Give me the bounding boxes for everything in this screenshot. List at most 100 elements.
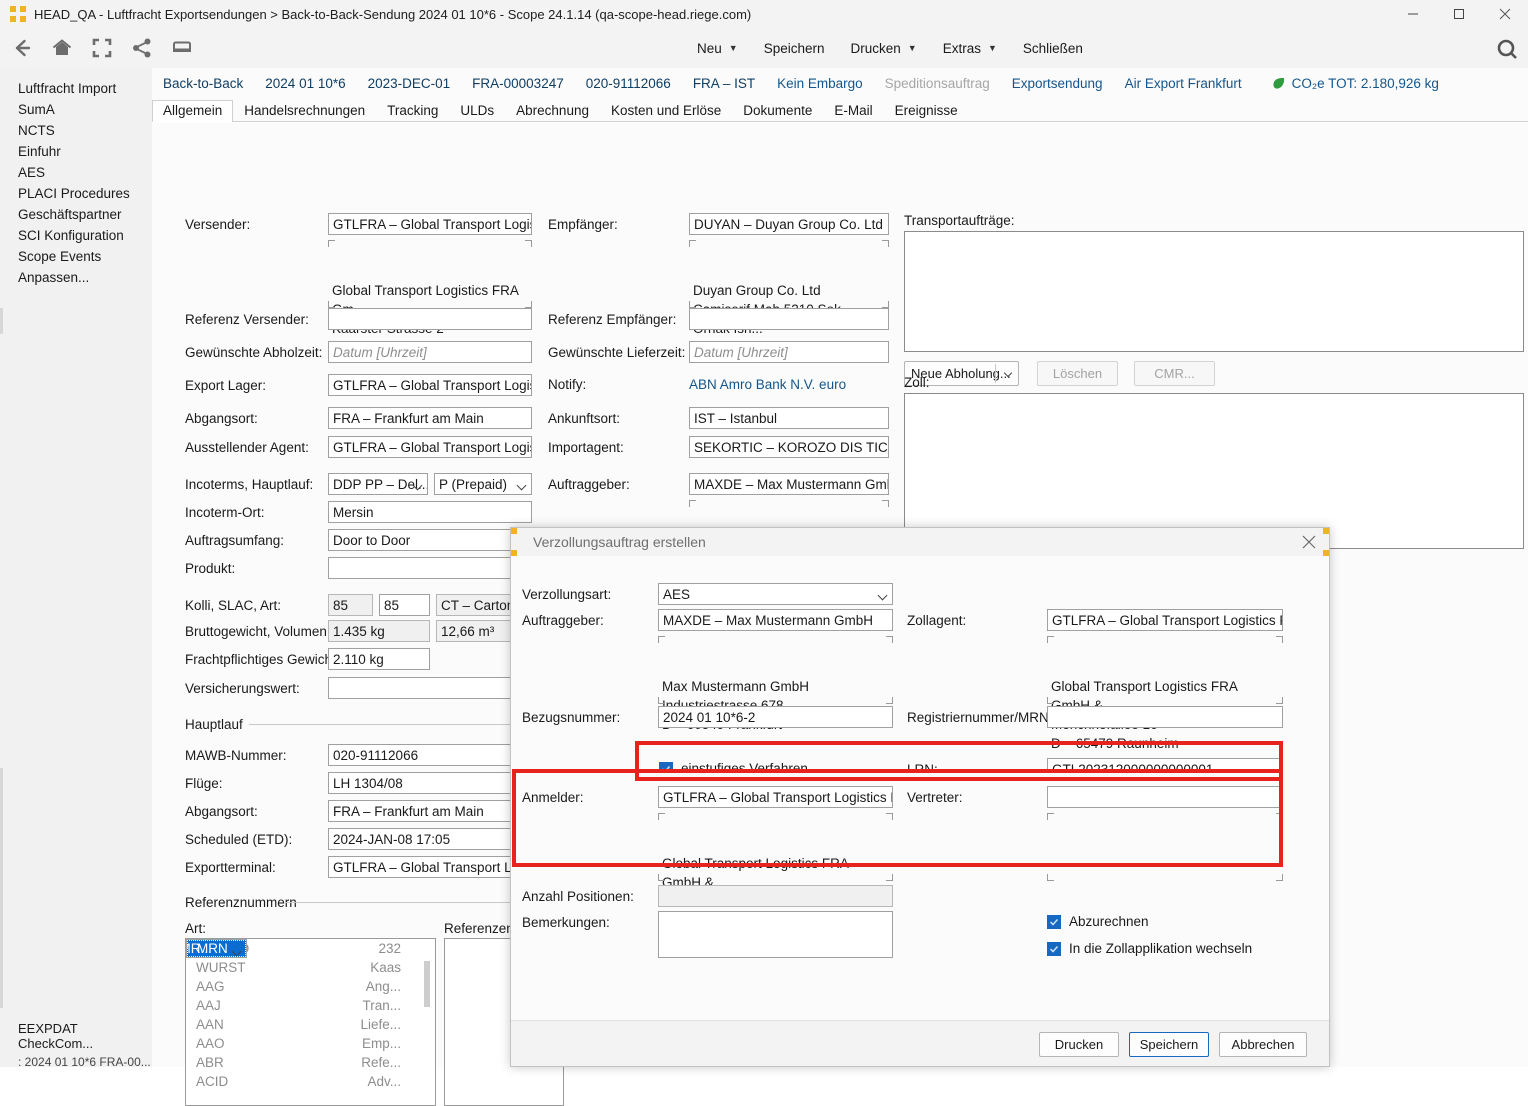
list-item[interactable]: MRN MR...	[186, 939, 247, 958]
back-icon[interactable]	[8, 34, 36, 62]
search-icon[interactable]	[1492, 34, 1522, 64]
tab-e-mail[interactable]: E-Mail	[823, 100, 883, 122]
field-ankunftsort[interactable]: IST – Istanbul	[689, 407, 889, 429]
field-hauptlauf-abgangsort[interactable]: FRA – Frankfurt am Main	[328, 800, 532, 822]
breadcrumb-item-shipment-no[interactable]: 2024 01 10*6	[254, 76, 356, 91]
menu-speichern[interactable]: Speichern	[751, 28, 838, 68]
field-slac[interactable]: 85	[379, 594, 430, 616]
breadcrumb-item-mawb[interactable]: 020-91112066	[575, 76, 682, 91]
loeschen-button[interactable]: Löschen	[1037, 361, 1118, 386]
field-empfaenger[interactable]: DUYAN – Duyan Group Co. Ltd	[689, 213, 889, 235]
field-lieferzeit[interactable]: Datum [Uhrzeit]	[689, 341, 889, 363]
breadcrumb-item-exportsendung[interactable]: Exportsendung	[1001, 76, 1114, 91]
checkbox-zollapplikation-wechseln[interactable]: In die Zollapplikation wechseln	[1047, 941, 1252, 956]
select-auftragsumfang[interactable]: Door to Door	[328, 529, 532, 551]
list-scrollbar[interactable]	[420, 940, 434, 1104]
sidebar-item-ncts[interactable]: NCTS	[0, 120, 152, 141]
field-mawb-nummer[interactable]: 020-91112066	[328, 744, 532, 766]
reference-type-list[interactable]: MRN MR... WUMBO 232 WURST Kaas AAG Ang..…	[185, 938, 436, 1106]
field-referenz-empfaenger[interactable]	[689, 308, 889, 330]
menu-neu[interactable]: Neu ▼	[684, 28, 751, 68]
field-bezugsnummer[interactable]: 2024 01 10*6-2	[658, 706, 893, 728]
list-item[interactable]: ACID Adv...	[186, 1072, 435, 1091]
field-incoterm-ort[interactable]: Mersin	[328, 501, 532, 523]
list-item[interactable]: AAG Ang...	[186, 977, 435, 996]
tab-ulds[interactable]: ULDs	[449, 100, 505, 122]
field-export-lager[interactable]: GTLFRA – Global Transport Logistics I	[328, 374, 532, 396]
list-item[interactable]: AAO Emp...	[186, 1034, 435, 1053]
sidebar-item-einfuhr[interactable]: Einfuhr	[0, 141, 152, 162]
field-ausstellender-agent[interactable]: GTLFRA – Global Transport Logistics I	[328, 436, 532, 458]
select-incoterms[interactable]: DDP PP – Del...	[328, 473, 428, 495]
dialog-abbrechen-button[interactable]: Abbrechen	[1219, 1032, 1307, 1057]
field-versender[interactable]: GTLFRA – Global Transport Logistics I	[328, 213, 532, 235]
field-frachtpflichtiges-gewicht[interactable]: 2.110 kg	[328, 648, 430, 670]
dialog-close-button[interactable]	[1289, 528, 1329, 556]
co2-indicator[interactable]: CO₂e TOT: 2.180,926 kg	[1253, 76, 1439, 91]
sidebar-item-anpassen[interactable]: Anpassen...	[0, 267, 152, 288]
minimize-button[interactable]	[1390, 0, 1436, 28]
list-item[interactable]: AAN Liefe...	[186, 1015, 435, 1034]
field-anzahl-positionen[interactable]	[658, 885, 893, 907]
sidebar-item-luftfracht-import[interactable]: Luftfracht Import	[0, 78, 152, 99]
field-produkt[interactable]	[328, 557, 532, 579]
field-zollagent[interactable]: GTLFRA – Global Transport Logistics FRA …	[1047, 609, 1283, 631]
list-item[interactable]: AAJ Tran...	[186, 996, 435, 1015]
cmr-button[interactable]: CMR...	[1134, 361, 1215, 386]
breadcrumb-item-file-no[interactable]: FRA-00003247	[461, 76, 575, 91]
breadcrumb-item-route[interactable]: FRA – IST	[682, 76, 766, 91]
field-abholzeit[interactable]: Datum [Uhrzeit]	[328, 341, 532, 363]
tab-dokumente[interactable]: Dokumente	[732, 100, 823, 122]
field-auftraggeber[interactable]: MAXDE – Max Mustermann GmbH	[689, 473, 889, 495]
sidebar-item-geschaeftspartner[interactable]: Geschäftspartner	[0, 204, 152, 225]
breadcrumb-item-date[interactable]: 2023-DEC-01	[357, 76, 462, 91]
dialog-drucken-button[interactable]: Drucken	[1039, 1032, 1119, 1057]
field-bruttogewicht[interactable]: 1.435 kg	[328, 620, 430, 642]
select-incoterms-payment[interactable]: P (Prepaid)	[434, 473, 532, 495]
select-verzollungsart[interactable]: AES	[658, 583, 893, 605]
field-bemerkungen[interactable]	[658, 911, 893, 958]
transportauftraege-box[interactable]	[904, 231, 1524, 352]
sidebar-item-scope-events[interactable]: Scope Events	[0, 246, 152, 267]
menu-schliessen[interactable]: Schließen	[1010, 28, 1096, 68]
sidebar-item-aes[interactable]: AES	[0, 162, 152, 183]
dialog-speichern-button[interactable]: Speichern	[1129, 1032, 1209, 1057]
fullscreen-icon[interactable]	[88, 34, 116, 62]
field-referenz-versender[interactable]	[328, 308, 532, 330]
scrollbar-thumb[interactable]	[424, 961, 430, 1007]
tab-ereignisse[interactable]: Ereignisse	[884, 100, 969, 122]
field-exportterminal[interactable]: GTLFRA – Global Transport Logisti	[328, 856, 532, 878]
sidebar-item-placi-procedures[interactable]: PLACI Procedures	[0, 183, 152, 204]
home-icon[interactable]	[48, 34, 76, 62]
list-item[interactable]: ABR Refe...	[186, 1053, 435, 1072]
share-icon[interactable]	[128, 34, 156, 62]
field-abgangsort[interactable]: FRA – Frankfurt am Main	[328, 407, 532, 429]
field-kolli[interactable]: 85	[328, 594, 373, 616]
menu-extras[interactable]: Extras ▼	[930, 28, 1010, 68]
tab-handelsrechnungen[interactable]: Handelsrechnungen	[233, 100, 376, 122]
zoll-box[interactable]	[904, 393, 1524, 549]
close-button[interactable]	[1482, 0, 1528, 28]
field-dialog-auftraggeber[interactable]: MAXDE – Max Mustermann GmbH	[658, 609, 893, 631]
menu-drucken[interactable]: Drucken ▼	[837, 28, 929, 68]
field-importagent[interactable]: SEKORTIC – KOROZO DIS TICARET A.	[689, 436, 889, 458]
checkbox-abzurechnen[interactable]: Abzurechnen	[1047, 914, 1149, 929]
tab-abrechnung[interactable]: Abrechnung	[505, 100, 600, 122]
field-anmelder[interactable]: GTLFRA – Global Transport Logistics FRA …	[658, 786, 893, 808]
inbox-icon[interactable]	[168, 34, 196, 62]
list-item[interactable]: WURST Kaas	[186, 958, 435, 977]
tab-tracking[interactable]: Tracking	[376, 100, 449, 122]
link-notify[interactable]: ABN Amro Bank N.V. euro	[689, 377, 846, 392]
field-scheduled-etd[interactable]: 2024-JAN-08 17:05	[328, 828, 532, 850]
tab-allgemein[interactable]: Allgemein	[152, 100, 234, 122]
sidebar-item-sci-konfiguration[interactable]: SCI Konfiguration	[0, 225, 152, 246]
breadcrumb-item-embargo[interactable]: Kein Embargo	[766, 76, 874, 91]
field-vertreter[interactable]	[1047, 786, 1283, 808]
tab-kosten-und-erloese[interactable]: Kosten und Erlöse	[600, 100, 732, 122]
maximize-button[interactable]	[1436, 0, 1482, 28]
breadcrumb-item-air-export-frankfurt[interactable]: Air Export Frankfurt	[1114, 76, 1253, 91]
field-registriernummer-mrn[interactable]	[1047, 706, 1283, 728]
sidebar-item-suma[interactable]: SumA	[0, 99, 152, 120]
breadcrumb-item-back-to-back[interactable]: Back-to-Back	[152, 76, 254, 91]
field-versicherungswert[interactable]	[328, 677, 532, 699]
